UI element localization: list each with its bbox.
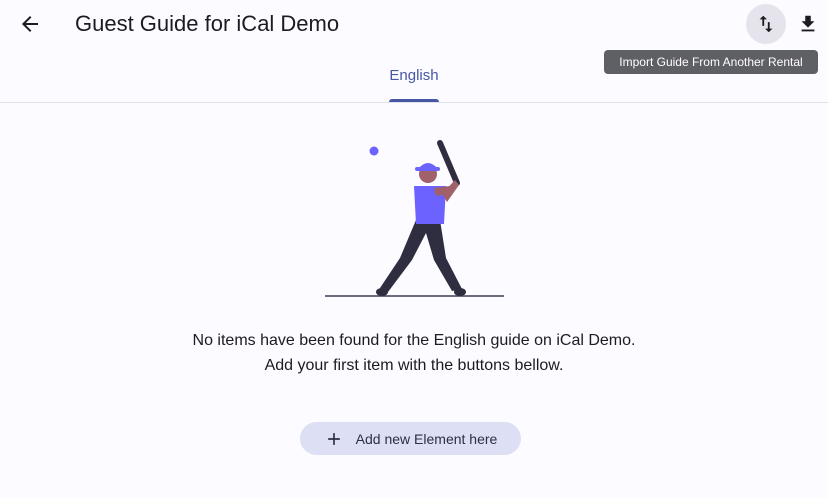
tab-indicator xyxy=(389,99,439,102)
arrow-left-icon xyxy=(22,16,38,32)
baseball-player-illustration xyxy=(325,140,504,297)
tab-english[interactable]: English xyxy=(372,50,456,102)
swap-vertical-icon xyxy=(759,15,773,33)
page-title: Guest Guide for iCal Demo xyxy=(75,11,340,36)
back-button[interactable] xyxy=(10,4,50,44)
language-tabs: English xyxy=(0,50,828,103)
empty-state-message: No items have been found for the English… xyxy=(114,328,714,378)
top-app-bar: Guest Guide for iCal Demo xyxy=(0,0,828,50)
download-button[interactable] xyxy=(788,4,828,44)
add-element-label: Add new Element here xyxy=(355,430,498,447)
import-guide-button[interactable] xyxy=(746,4,786,44)
empty-state-line-2: Add your first item with the buttons bel… xyxy=(264,357,564,374)
download-icon xyxy=(801,15,815,32)
add-element-button[interactable]: Add new Element here xyxy=(300,422,521,455)
empty-state-line-1: No items have been found for the English… xyxy=(192,332,636,349)
plus-icon xyxy=(327,432,340,445)
